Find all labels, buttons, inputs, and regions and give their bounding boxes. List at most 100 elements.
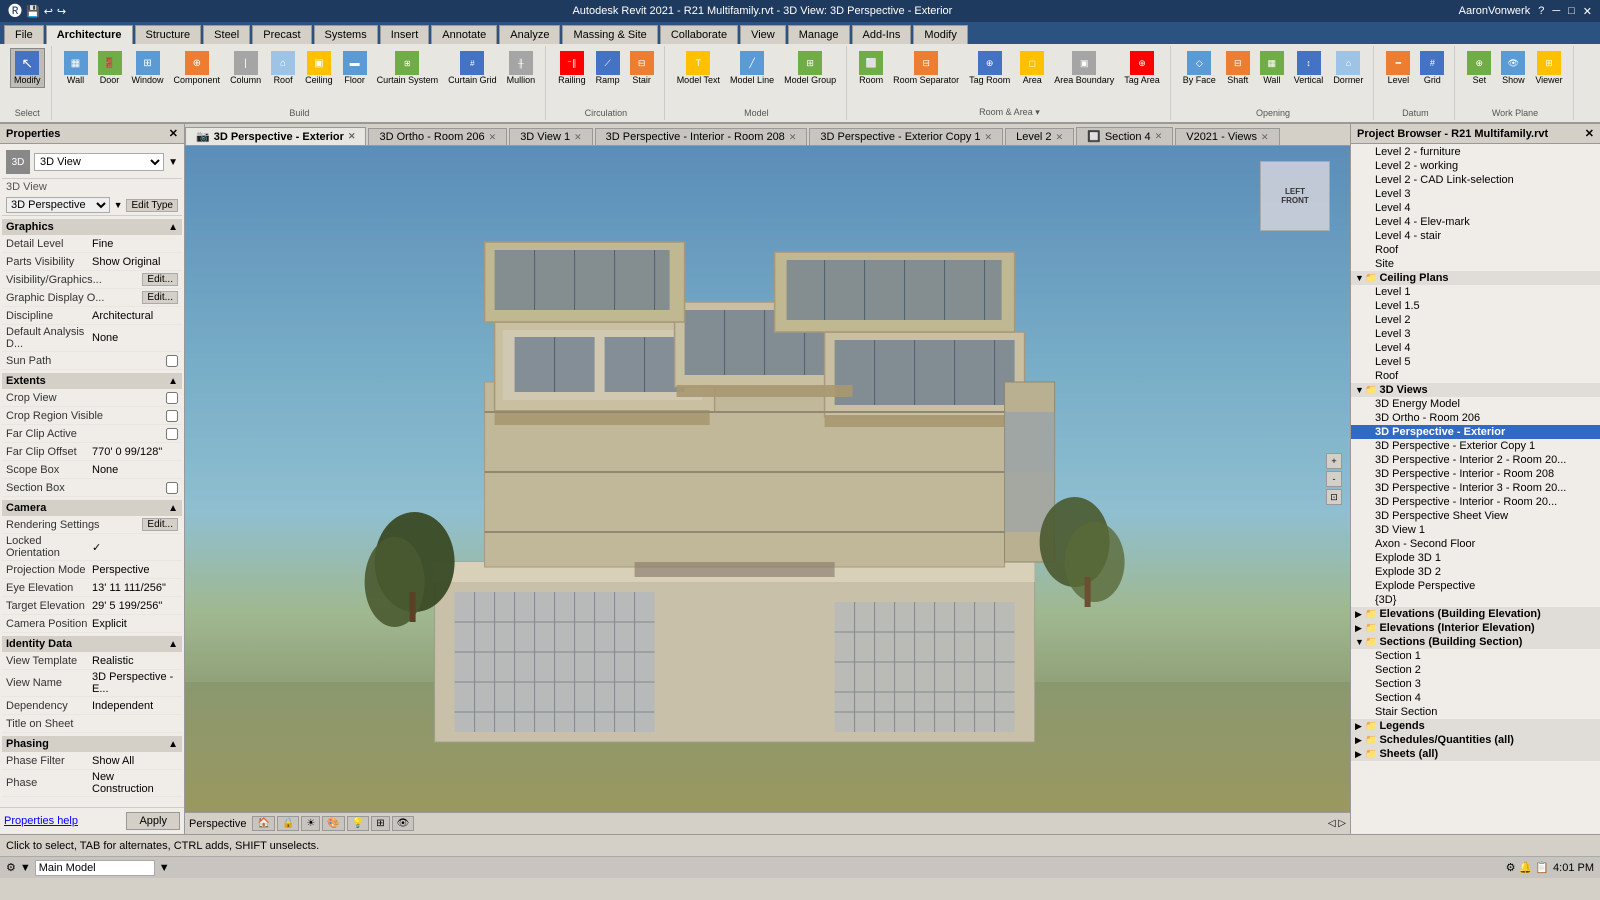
model-line-button[interactable]: ╱ Model Line [726, 48, 778, 88]
tree-node-section3[interactable]: Section 3 [1351, 677, 1600, 691]
quick-access-undo[interactable]: ↩ [44, 5, 53, 18]
tree-node-section2[interactable]: Section 2 [1351, 663, 1600, 677]
tree-node-axon-second-floor[interactable]: Axon - Second Floor [1351, 537, 1600, 551]
ramp-button[interactable]: ⟋ Ramp [592, 48, 624, 88]
close-view-tab-exterior[interactable]: ✕ [348, 131, 356, 142]
tab-massing[interactable]: Massing & Site [562, 25, 657, 44]
grid-button[interactable]: # Grid [1416, 48, 1448, 88]
persp-crop-btn[interactable]: ⊞ [371, 816, 389, 831]
tree-node-section4[interactable]: Section 4 [1351, 691, 1600, 705]
crop-region-visible-checkbox[interactable] [166, 410, 178, 422]
model-dropdown-icon[interactable]: ▼ [159, 862, 170, 874]
tree-node-ceiling-plans-header[interactable]: ▼ 📁 Ceiling Plans [1351, 271, 1600, 285]
tab-file[interactable]: File [4, 25, 44, 44]
zoom-fit-btn[interactable]: ⊡ [1326, 489, 1342, 505]
tree-node-schedules-header[interactable]: ▶ 📁 Schedules/Quantities (all) [1351, 733, 1600, 747]
tree-node-3d-views-header[interactable]: ▼ 📁 3D Views [1351, 383, 1600, 397]
zoom-out-btn[interactable]: - [1326, 471, 1342, 487]
room-separator-button[interactable]: ⊟ Room Separator [889, 48, 963, 88]
curtain-system-button[interactable]: ⊞ Curtain System [373, 48, 443, 88]
type-dropdown[interactable]: 3D View [34, 153, 164, 171]
tree-node-3d-perspective-interior2[interactable]: 3D Perspective - Interior 2 - Room 20... [1351, 453, 1600, 467]
tree-node-sections-header[interactable]: ▼ 📁 Sections (Building Section) [1351, 635, 1600, 649]
graphic-display-edit-btn[interactable]: Edit... [142, 291, 178, 304]
camera-section-header[interactable]: Camera ▲ [2, 500, 182, 516]
close-view-tab-level2[interactable]: ✕ [1056, 132, 1064, 143]
viewer-button[interactable]: ⊞ Viewer [1531, 48, 1566, 88]
tree-node-ceiling-level3[interactable]: Level 3 [1351, 327, 1600, 341]
dormer-button[interactable]: ⌂ Dormer [1329, 48, 1367, 88]
column-button[interactable]: | Column [226, 48, 265, 88]
stair-button[interactable]: ⊟ Stair [626, 48, 658, 88]
persp-sun-btn[interactable]: ☀ [301, 816, 320, 831]
floor-button[interactable]: ▬ Floor [339, 48, 371, 88]
tree-node-elevations-header[interactable]: ▶ 📁 Elevations (Building Elevation) [1351, 607, 1600, 621]
tree-node-level4-stair[interactable]: Level 4 - stair [1351, 229, 1600, 243]
tree-node-3d-perspective-interior-20[interactable]: 3D Perspective - Interior - Room 20... [1351, 495, 1600, 509]
navigation-cube[interactable]: LEFT FRONT [1260, 161, 1330, 231]
section-box-checkbox[interactable] [166, 482, 178, 494]
phasing-section-header[interactable]: Phasing ▲ [2, 736, 182, 752]
tree-node-explode-3d-2[interactable]: Explode 3D 2 [1351, 565, 1600, 579]
browser-tree-content[interactable]: Level 2 - furniture Level 2 - working Le… [1351, 144, 1600, 834]
view-tab-exterior-copy1[interactable]: 3D Perspective - Exterior Copy 1 ✕ [809, 128, 1003, 145]
identity-data-section-header[interactable]: Identity Data ▲ [2, 636, 182, 652]
tree-node-site[interactable]: Site [1351, 257, 1600, 271]
railing-button[interactable]: ⁻∥ Railing [554, 48, 590, 88]
close-view-tab-section4[interactable]: ✕ [1155, 131, 1163, 142]
wall-button[interactable]: ▦ Wall [60, 48, 92, 88]
visibility-graphics-edit-btn[interactable]: Edit... [142, 273, 178, 286]
tree-node-legends-header[interactable]: ▶ 📁 Legends [1351, 719, 1600, 733]
tree-node-stair-section[interactable]: Stair Section [1351, 705, 1600, 719]
view-tab-v2021[interactable]: V2021 - Views ✕ [1175, 128, 1279, 145]
ceiling-button[interactable]: ▣ Ceiling [301, 48, 337, 88]
tree-node-3d-ortho-206[interactable]: 3D Ortho - Room 206 [1351, 411, 1600, 425]
far-clip-active-checkbox[interactable] [166, 428, 178, 440]
tag-area-button[interactable]: ⊕ Tag Area [1120, 48, 1164, 88]
minimize-icon[interactable]: ─ [1552, 5, 1560, 17]
tab-steel[interactable]: Steel [203, 25, 250, 44]
tree-node-level2-working[interactable]: Level 2 - working [1351, 159, 1600, 173]
tree-node-3d-perspective-interior3[interactable]: 3D Perspective - Interior 3 - Room 20... [1351, 481, 1600, 495]
graphics-section-header[interactable]: Graphics ▲ [2, 219, 182, 235]
view-tab-level2[interactable]: Level 2 ✕ [1005, 128, 1074, 145]
shaft-button[interactable]: ⊟ Shaft [1222, 48, 1254, 88]
tab-manage[interactable]: Manage [788, 25, 850, 44]
tree-node-explode-3d-1[interactable]: Explode 3D 1 [1351, 551, 1600, 565]
area-boundary-button[interactable]: ▣ Area Boundary [1050, 48, 1118, 88]
component-button[interactable]: ⊕ Component [170, 48, 225, 88]
tree-node-ceiling-level5[interactable]: Level 5 [1351, 355, 1600, 369]
model-input[interactable] [35, 860, 155, 876]
tree-node-roof[interactable]: Roof [1351, 243, 1600, 257]
close-view-tab-v2021[interactable]: ✕ [1261, 132, 1269, 143]
tree-node-3d-perspective-interior-208[interactable]: 3D Perspective - Interior - Room 208 [1351, 467, 1600, 481]
tree-node-section1[interactable]: Section 1 [1351, 649, 1600, 663]
close-view-tab-copy1[interactable]: ✕ [985, 132, 993, 143]
show-button[interactable]: 👁 Show [1497, 48, 1529, 88]
tab-addins[interactable]: Add-Ins [852, 25, 912, 44]
tree-node-level2-furniture[interactable]: Level 2 - furniture [1351, 145, 1600, 159]
viewport[interactable]: LEFT FRONT + - ⊡ [185, 146, 1350, 812]
rendering-settings-edit-btn[interactable]: Edit... [142, 518, 178, 531]
properties-close-icon[interactable]: ✕ [169, 127, 178, 140]
tree-node-ceiling-level4[interactable]: Level 4 [1351, 341, 1600, 355]
tree-node-3d-perspective-sheet[interactable]: 3D Perspective Sheet View [1351, 509, 1600, 523]
tab-architecture[interactable]: Architecture [46, 25, 133, 44]
sun-path-checkbox[interactable] [166, 355, 178, 367]
window-button[interactable]: ⊞ Window [128, 48, 168, 88]
model-group-button[interactable]: ⊞ Model Group [780, 48, 840, 88]
help-icon[interactable]: ? [1538, 5, 1544, 17]
set-button[interactable]: ⊕ Set [1463, 48, 1495, 88]
tree-node-elevations-interior-header[interactable]: ▶ 📁 Elevations (Interior Elevation) [1351, 621, 1600, 635]
room-button[interactable]: ⬜ Room [855, 48, 887, 88]
close-view-tab-ortho206[interactable]: ✕ [489, 132, 497, 143]
model-text-button[interactable]: T Model Text [673, 48, 724, 88]
apply-button[interactable]: Apply [126, 812, 180, 830]
view-tab-3d-ortho-room206[interactable]: 3D Ortho - Room 206 ✕ [368, 128, 507, 145]
persp-display-btn[interactable]: 🏠 [252, 816, 274, 831]
close-view-tab-3dview1[interactable]: ✕ [574, 132, 582, 143]
quick-access-redo[interactable]: ↪ [57, 5, 66, 18]
tab-collaborate[interactable]: Collaborate [660, 25, 738, 44]
tab-annotate[interactable]: Annotate [431, 25, 497, 44]
persp-vr-btn[interactable]: 👁 [392, 816, 415, 831]
